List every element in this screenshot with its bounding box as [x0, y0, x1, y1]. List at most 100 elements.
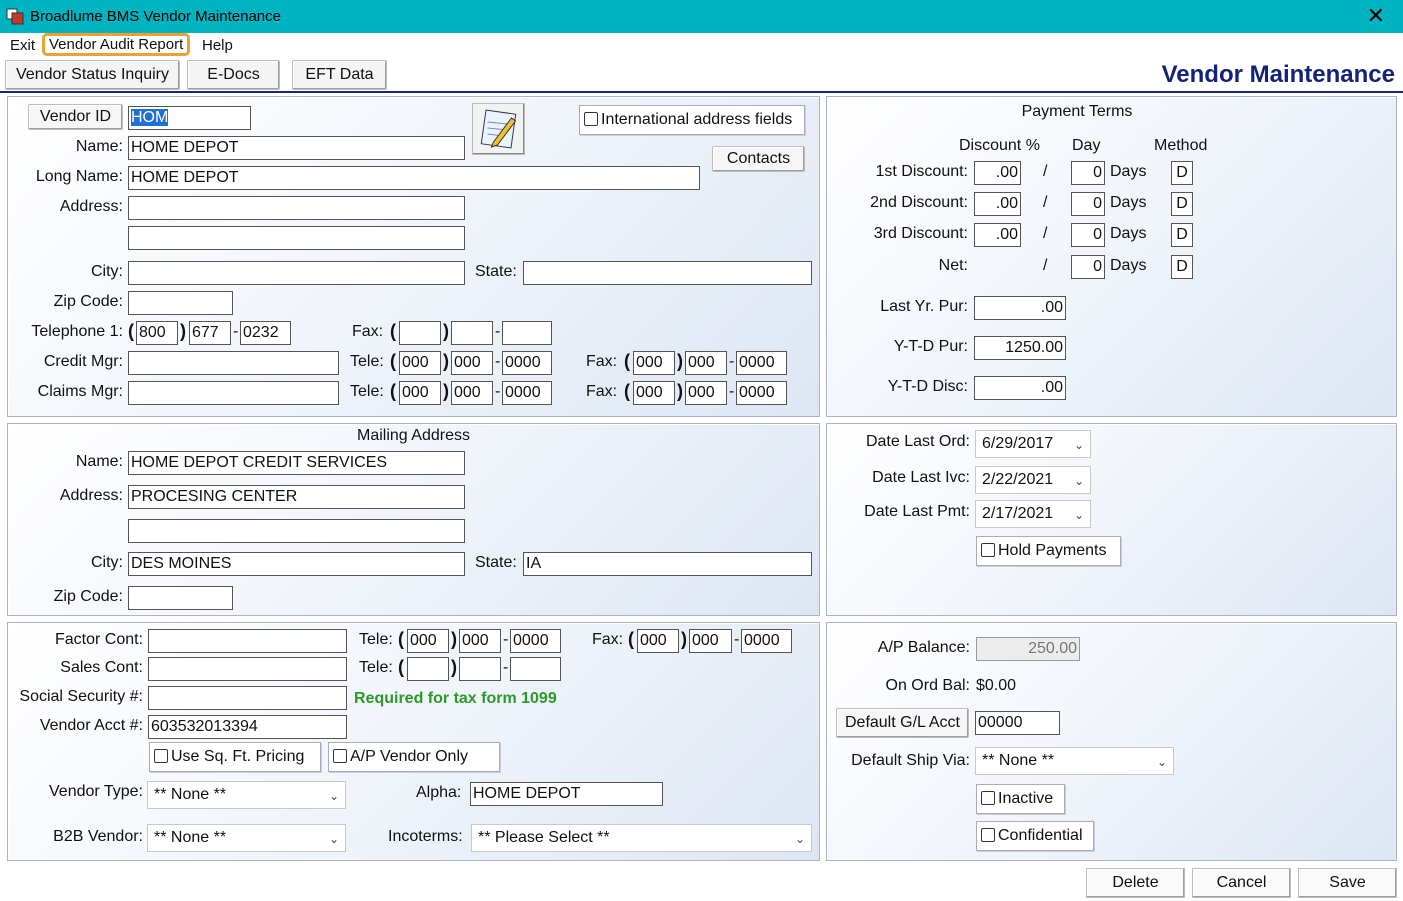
- net-day-input[interactable]: 0: [1071, 255, 1105, 279]
- address-line1-input[interactable]: [128, 196, 465, 220]
- date-last-ivc-picker[interactable]: 2/22/2021 ⌄: [975, 466, 1091, 494]
- hold-payments-checkbox[interactable]: Hold Payments: [976, 536, 1121, 566]
- vendor-status-inquiry-button[interactable]: Vendor Status Inquiry: [5, 60, 180, 90]
- mailing-name-input[interactable]: HOME DEPOT CREDIT SERVICES: [128, 451, 465, 475]
- state-input[interactable]: [523, 261, 812, 285]
- fax-area-input[interactable]: [399, 321, 441, 345]
- menu-vendor-audit-report[interactable]: Vendor Audit Report: [41, 33, 191, 56]
- mailing-zip-input[interactable]: [128, 586, 233, 610]
- sales-tel-area-input[interactable]: [407, 657, 449, 681]
- discount1-pct-input[interactable]: .00: [974, 161, 1021, 185]
- b2b-vendor-select[interactable]: ** None ** ⌄: [147, 824, 346, 852]
- default-gl-acct-input[interactable]: 00000: [975, 711, 1060, 735]
- fax-prefix-input[interactable]: [451, 321, 493, 345]
- inactive-checkbox[interactable]: Inactive: [976, 784, 1065, 814]
- mailing-state-input[interactable]: IA: [523, 552, 812, 576]
- contacts-button[interactable]: Contacts: [712, 146, 805, 172]
- discount3-pct-input[interactable]: .00: [974, 223, 1021, 247]
- sales-tel-line-input[interactable]: [510, 657, 561, 681]
- delete-button[interactable]: Delete: [1086, 868, 1185, 898]
- dash: -: [495, 353, 501, 370]
- vendor-type-select[interactable]: ** None ** ⌄: [147, 781, 346, 809]
- credit-tel-area-input[interactable]: 000: [399, 351, 441, 375]
- factor-fax-prefix-input[interactable]: 000: [689, 629, 732, 653]
- edocs-button[interactable]: E-Docs: [187, 60, 280, 90]
- use-sqft-pricing-checkbox[interactable]: Use Sq. Ft. Pricing: [149, 742, 321, 772]
- last-yr-pur-input[interactable]: .00: [974, 296, 1066, 320]
- date-last-pmt-picker[interactable]: 2/17/2021 ⌄: [975, 500, 1091, 528]
- net-method-input[interactable]: D: [1171, 255, 1193, 279]
- vendor-id-input[interactable]: HOM: [128, 106, 251, 130]
- cancel-button[interactable]: Cancel: [1192, 868, 1291, 898]
- vendor-acct-input[interactable]: 603532013394: [148, 715, 347, 739]
- incoterms-value: ** Please Select **: [478, 829, 610, 846]
- credit-fax-area-input[interactable]: 000: [633, 351, 675, 375]
- sales-cont-input[interactable]: [148, 657, 347, 681]
- claims-mgr-input[interactable]: [128, 381, 339, 405]
- close-icon[interactable]: ✕: [1367, 4, 1385, 28]
- discount2-method-input[interactable]: D: [1171, 192, 1193, 216]
- factor-cont-input[interactable]: [148, 629, 347, 653]
- dash: -: [495, 323, 501, 340]
- ytd-pur-input[interactable]: 1250.00: [974, 336, 1066, 360]
- mailing-zip-label: Zip Code:: [53, 588, 123, 605]
- mailing-address2-input[interactable]: [128, 519, 465, 543]
- tel1-line-input[interactable]: 0232: [240, 321, 291, 345]
- incoterms-select[interactable]: ** Please Select ** ⌄: [471, 824, 812, 852]
- eft-data-button[interactable]: EFT Data: [292, 60, 387, 90]
- discount1-method-input[interactable]: D: [1171, 161, 1193, 185]
- ssn-input[interactable]: [148, 686, 347, 710]
- mailing-city-input[interactable]: DES MOINES: [128, 552, 465, 576]
- tel1-area-input[interactable]: 800: [136, 321, 178, 345]
- address-line2-input[interactable]: [128, 226, 465, 250]
- factor-fax-area-input[interactable]: 000: [637, 629, 679, 653]
- discount3-method-input[interactable]: D: [1171, 223, 1193, 247]
- factor-tel-area-input[interactable]: 000: [407, 629, 449, 653]
- claims-tel-line-input[interactable]: 0000: [502, 381, 552, 405]
- credit-mgr-input[interactable]: [128, 351, 339, 375]
- long-name-input[interactable]: HOME DEPOT: [128, 166, 700, 190]
- ap-vendor-only-checkbox[interactable]: A/P Vendor Only: [328, 742, 500, 772]
- paren: (: [390, 351, 396, 371]
- credit-fax-line-input[interactable]: 0000: [736, 351, 787, 375]
- tel1-prefix-input[interactable]: 677: [189, 321, 231, 345]
- default-gl-acct-button[interactable]: Default G/L Acct: [836, 708, 969, 738]
- claims-fax-line-input[interactable]: 0000: [736, 381, 787, 405]
- alpha-input[interactable]: HOME DEPOT: [470, 782, 663, 806]
- date-last-ord-label: Date Last Ord:: [865, 433, 970, 450]
- mailing-address-label: Address:: [59, 487, 123, 504]
- confidential-checkbox[interactable]: Confidential: [976, 821, 1094, 851]
- credit-tel-prefix-input[interactable]: 000: [451, 351, 493, 375]
- international-address-checkbox[interactable]: International address fields: [579, 105, 805, 135]
- factor-tel-prefix-input[interactable]: 000: [459, 629, 501, 653]
- factor-tel-line-input[interactable]: 0000: [510, 629, 561, 653]
- name-input[interactable]: HOME DEPOT: [128, 136, 465, 160]
- edit-notes-icon[interactable]: [472, 103, 525, 155]
- ytd-disc-input[interactable]: .00: [974, 376, 1066, 400]
- city-input[interactable]: [128, 261, 465, 285]
- discount2-pct-input[interactable]: .00: [974, 192, 1021, 216]
- claims-tel-area-input[interactable]: 000: [399, 381, 441, 405]
- vendor-id-button[interactable]: Vendor ID: [28, 104, 123, 130]
- factor-fax-line-input[interactable]: 0000: [741, 629, 792, 653]
- date-last-ord-picker[interactable]: 6/29/2017 ⌄: [975, 430, 1091, 458]
- credit-tel-line-input[interactable]: 0000: [502, 351, 552, 375]
- claims-tel-prefix-input[interactable]: 000: [451, 381, 493, 405]
- default-ship-via-select[interactable]: ** None ** ⌄: [975, 747, 1174, 775]
- save-button[interactable]: Save: [1298, 868, 1397, 898]
- factor-fax-label: Fax:: [592, 631, 624, 648]
- credit-fax-prefix-input[interactable]: 000: [685, 351, 727, 375]
- claims-fax-area-input[interactable]: 000: [633, 381, 675, 405]
- fax-line-input[interactable]: [502, 321, 552, 345]
- mailing-address1-input[interactable]: PROCESING CENTER: [128, 485, 465, 509]
- discount3-day-input[interactable]: 0: [1071, 223, 1105, 247]
- discount2-day-input[interactable]: 0: [1071, 192, 1105, 216]
- mailing-state-label: State:: [475, 554, 517, 571]
- claims-fax-prefix-input[interactable]: 000: [685, 381, 727, 405]
- menu-exit[interactable]: Exit: [10, 37, 35, 54]
- discount2-label: 2nd Discount:: [870, 194, 968, 211]
- discount1-day-input[interactable]: 0: [1071, 161, 1105, 185]
- sales-tel-prefix-input[interactable]: [459, 657, 501, 681]
- zip-input[interactable]: [128, 291, 233, 315]
- menu-help[interactable]: Help: [202, 37, 233, 54]
